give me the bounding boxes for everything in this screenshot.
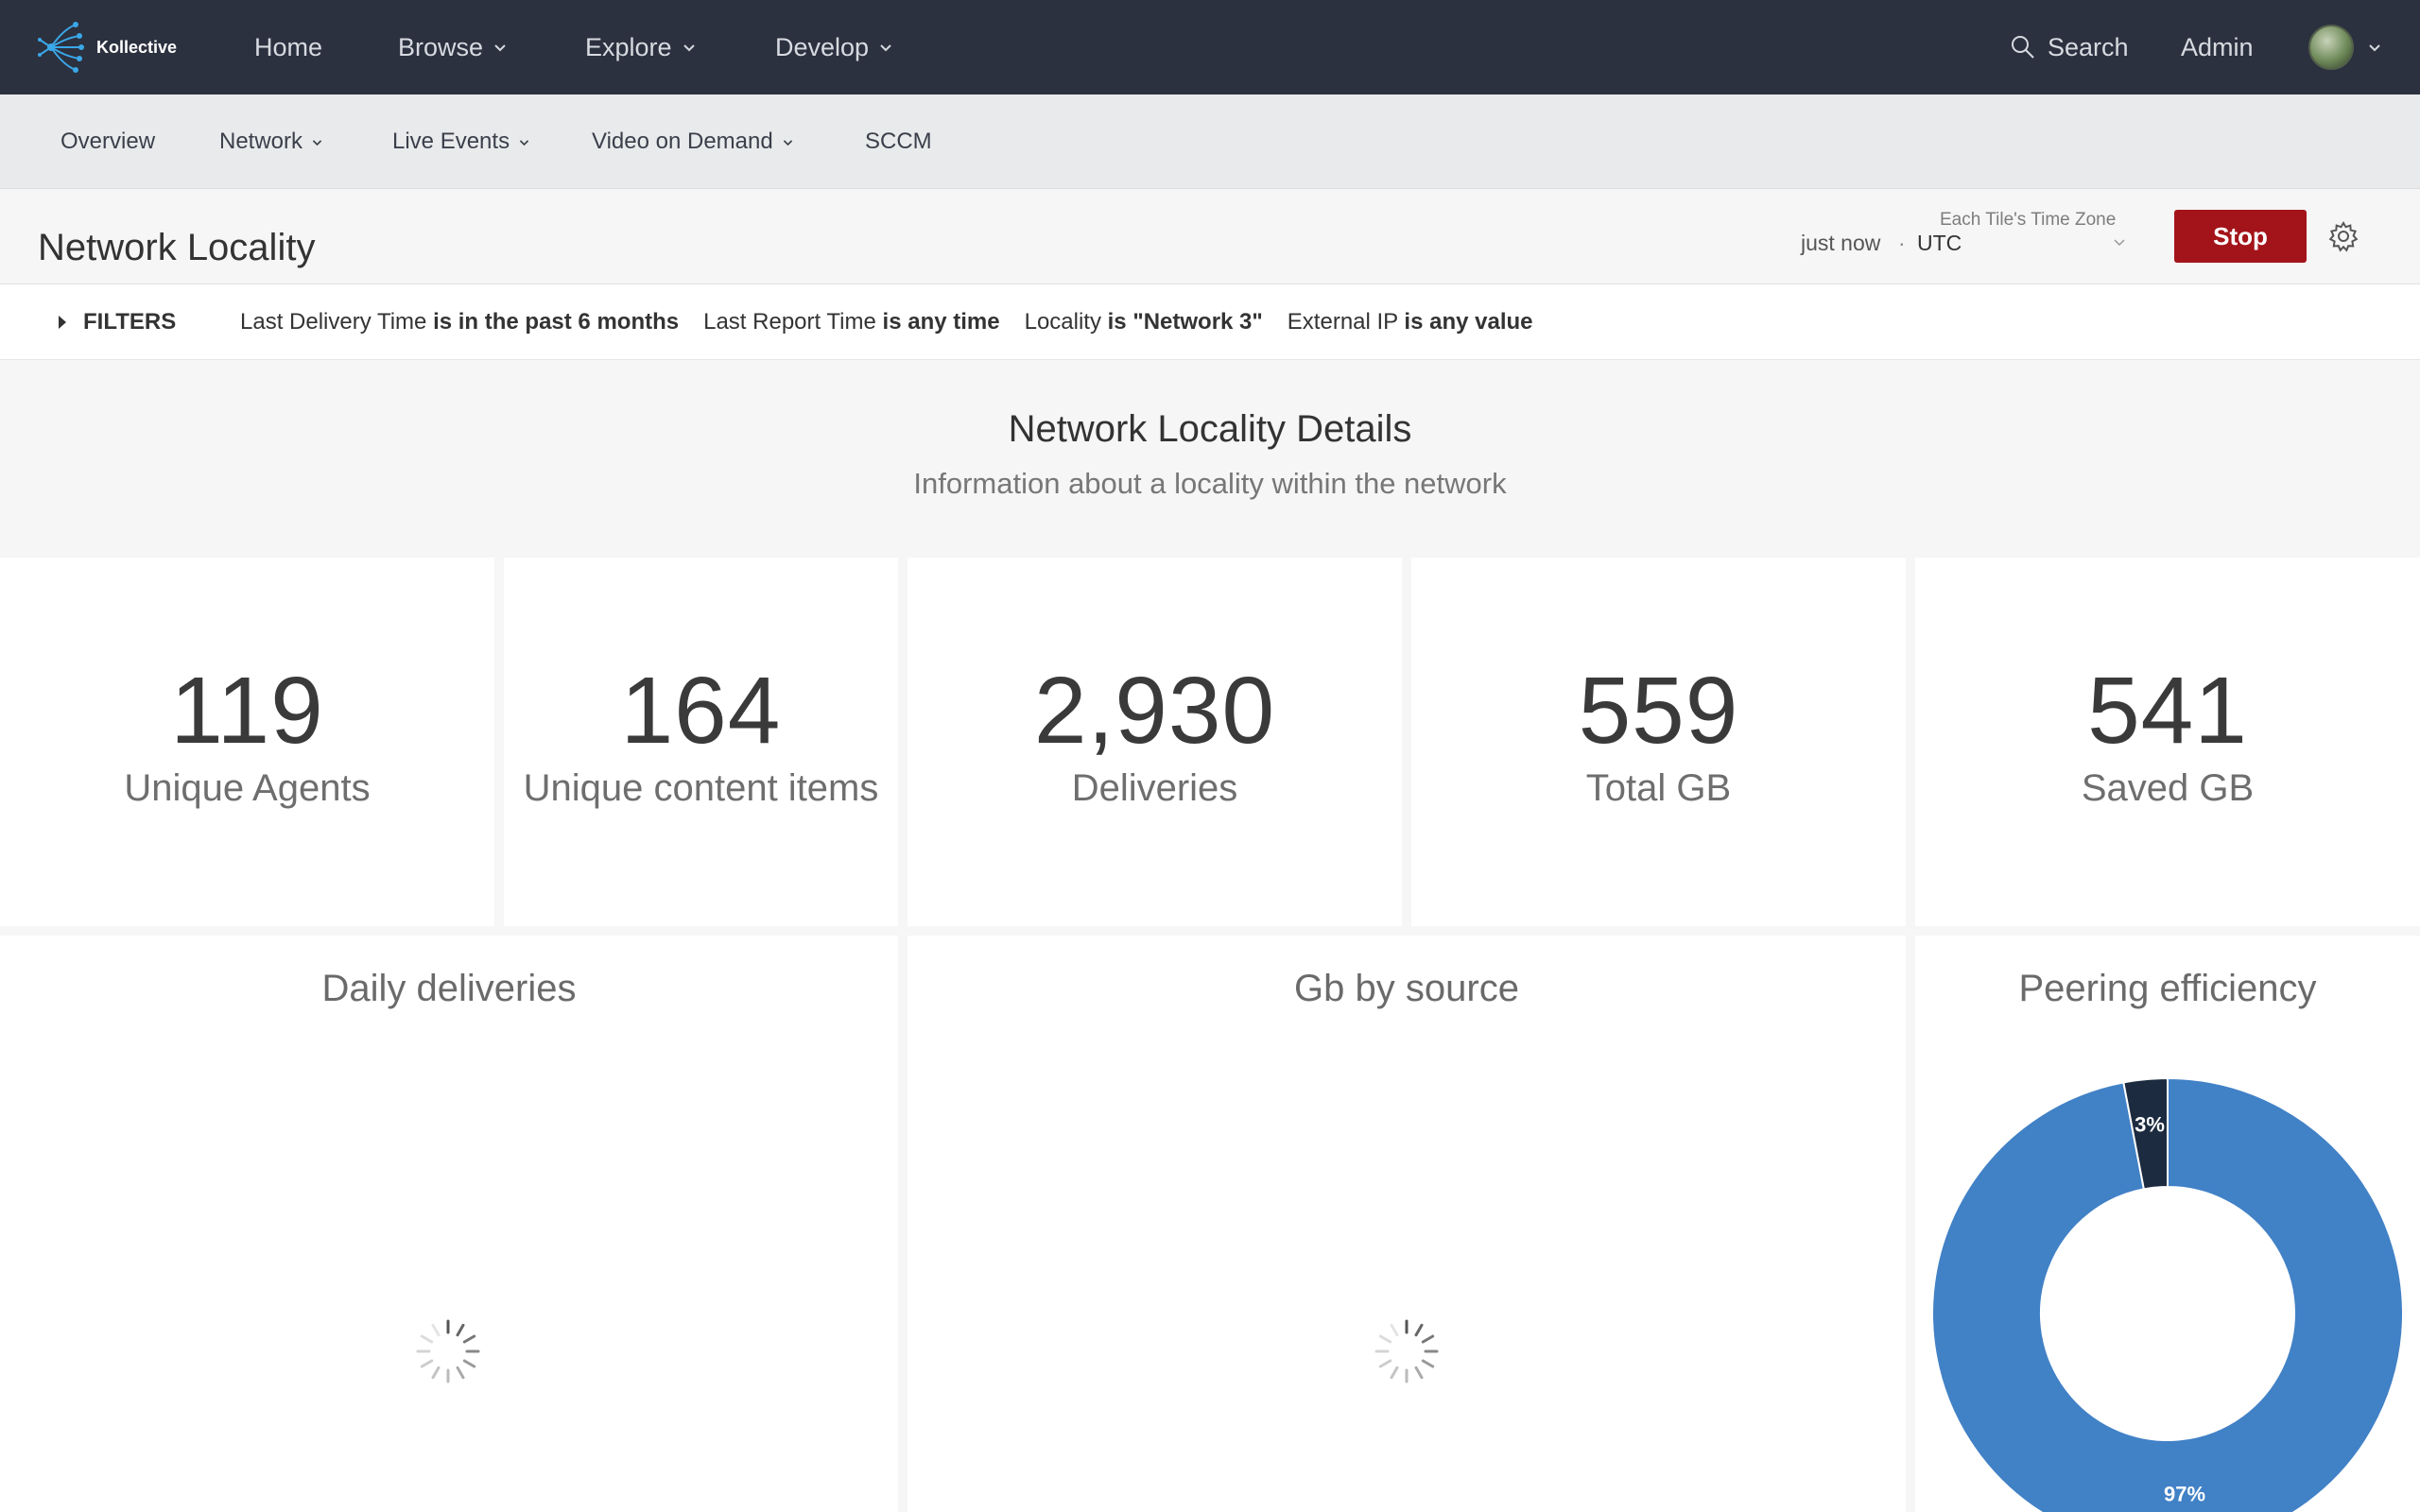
filters-toggle[interactable]: FILTERS: [59, 284, 176, 360]
stat-label: Unique Agents: [124, 767, 371, 809]
loading-spinner-icon: [1374, 1319, 1439, 1383]
user-menu[interactable]: [2308, 0, 2382, 94]
stop-button[interactable]: Stop: [2174, 210, 2307, 263]
filter-condition: is in the past 6 months: [433, 309, 680, 335]
filter-condition: is "Network 3": [1107, 309, 1263, 335]
tile-gb-by-source[interactable]: Gb by source: [908, 936, 1906, 1512]
tile-peering-efficiency[interactable]: Peering efficiency 97% 3%: [1915, 936, 2420, 1512]
tile-title: Daily deliveries: [321, 968, 577, 1009]
stat-label: Deliveries: [1071, 767, 1238, 809]
filter-last-delivery-time[interactable]: Last Delivery Time is in the past 6 mont…: [240, 309, 679, 335]
stat-value: 559: [1578, 658, 1739, 764]
filters-bar: FILTERS Last Delivery Time is in the pas…: [0, 284, 2420, 360]
kollective-logo-icon: [38, 22, 84, 73]
nav-item-develop[interactable]: Develop: [775, 0, 893, 94]
section-subtitle: Information about a locality within the …: [913, 467, 1507, 500]
subnav-item-label: Video on Demand: [592, 129, 773, 154]
filter-condition: is any time: [882, 309, 1000, 335]
dashboard-header: Network Locality Each Tile's Time Zone j…: [0, 189, 2420, 284]
tile-title: Gb by source: [1294, 968, 1519, 1009]
loading-spinner-icon: [416, 1319, 480, 1383]
chevron-down-icon: [683, 44, 695, 52]
tile-saved-gb[interactable]: 541 Saved GB: [1915, 558, 2420, 926]
subnav-item-label: SCCM: [865, 129, 932, 154]
tile-daily-deliveries[interactable]: Daily deliveries: [0, 936, 898, 1512]
subnav-item-label: Live Events: [392, 129, 510, 154]
filter-locality[interactable]: Locality is "Network 3": [1025, 309, 1263, 335]
search-button[interactable]: Search: [2010, 0, 2129, 94]
timezone-select[interactable]: UTC: [1917, 231, 1962, 256]
tile-total-gb[interactable]: 559 Total GB: [1411, 558, 1906, 926]
nav-item-browse[interactable]: Browse: [398, 0, 508, 94]
stat-label: Unique content items: [523, 767, 879, 809]
donut-slice-label: 97%: [2164, 1483, 2205, 1506]
brand-name: Kollective: [96, 37, 178, 57]
secondary-navbar: Overview Network Live Events Video on De…: [0, 94, 2420, 189]
nav-item-label: Home: [254, 32, 323, 61]
kollective-logo[interactable]: Kollective: [38, 17, 177, 77]
subnav-item-live-events[interactable]: Live Events: [392, 94, 530, 189]
search-icon: [2012, 36, 2034, 59]
section-title: Network Locality Details: [1008, 408, 1412, 450]
filter-condition: is any value: [1404, 309, 1533, 335]
chevron-down-icon: [519, 139, 529, 146]
search-label: Search: [2048, 32, 2129, 61]
stat-label: Saved GB: [2081, 767, 2255, 809]
subnav-item-label: Network: [219, 129, 303, 154]
stat-value: 2,930: [1033, 658, 1276, 764]
admin-label: Admin: [2181, 32, 2254, 61]
filter-field: Locality: [1024, 309, 1101, 335]
peering-efficiency-donut-chart: 97% 3%: [1931, 1076, 2404, 1512]
filter-external-ip[interactable]: External IP is any value: [1288, 309, 1533, 335]
filters-label: FILTERS: [83, 309, 177, 335]
nav-item-label: Develop: [775, 32, 870, 61]
nav-item-home[interactable]: Home: [254, 0, 322, 94]
chevron-down-icon: [494, 44, 506, 52]
page-title: Network Locality: [38, 227, 316, 268]
chevron-down-icon: [312, 139, 322, 146]
caret-right-icon: [59, 316, 66, 329]
stat-value: 119: [170, 658, 324, 764]
filter-last-report-time[interactable]: Last Report Time is any time: [703, 309, 999, 335]
stat-value: 164: [620, 658, 782, 764]
tile-unique-agents[interactable]: 119 Unique Agents: [0, 558, 494, 926]
subnav-item-sccm[interactable]: SCCM: [865, 94, 932, 189]
subnav-item-overview[interactable]: Overview: [60, 94, 155, 189]
admin-link[interactable]: Admin: [2181, 0, 2254, 94]
last-updated: just now: [1801, 231, 1881, 255]
subnav-item-label: Overview: [60, 129, 156, 154]
stat-value: 541: [2087, 658, 2248, 764]
subnav-item-video-on-demand[interactable]: Video on Demand: [592, 94, 794, 189]
timezone-label: Each Tile's Time Zone: [1940, 210, 2117, 230]
gear-icon[interactable]: [2327, 220, 2360, 252]
filter-field: External IP: [1287, 309, 1398, 335]
nav-item-label: Browse: [398, 32, 484, 61]
tile-deliveries[interactable]: 2,930 Deliveries: [908, 558, 1402, 926]
nav-item-label: Explore: [585, 32, 672, 61]
tile-unique-content-items[interactable]: 164 Unique content items: [504, 558, 898, 926]
filter-list: Last Delivery Time is in the past 6 mont…: [240, 284, 1558, 360]
subnav-item-network[interactable]: Network: [219, 94, 323, 189]
chevron-down-icon[interactable]: [2112, 234, 2127, 249]
filter-field: Last Report Time: [703, 309, 876, 335]
chevron-down-icon: [2369, 44, 2380, 52]
avatar: [2308, 25, 2354, 70]
nav-item-explore[interactable]: Explore: [585, 0, 697, 94]
chevron-down-icon: [783, 139, 792, 146]
filter-field: Last Delivery Time: [240, 309, 427, 335]
chevron-down-icon: [880, 44, 891, 52]
top-navbar: Kollective Home Browse Explore Develop S…: [0, 0, 2420, 94]
stat-label: Total GB: [1585, 767, 1732, 809]
donut-slice-label: 3%: [2135, 1112, 2165, 1136]
separator-dot: ·: [1898, 231, 1906, 255]
